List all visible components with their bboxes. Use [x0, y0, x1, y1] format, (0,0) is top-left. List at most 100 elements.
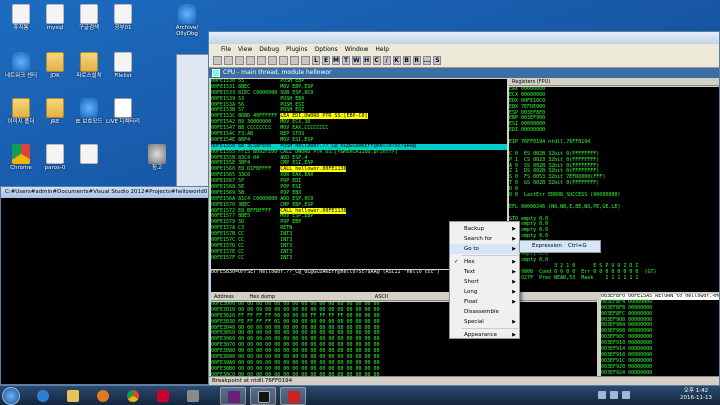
toolbar-window-button[interactable]: M — [332, 56, 340, 65]
toolbar-button-icon[interactable] — [301, 56, 310, 65]
desktop-icon[interactable]: IE 보호모드 — [72, 98, 106, 125]
toolbar-window-button[interactable]: R — [412, 56, 421, 65]
menu-item-go-to[interactable]: Go to ▶ — [450, 244, 520, 254]
ollydbg-title-bar[interactable] — [209, 32, 719, 44]
desktop-icon[interactable]: JRE — [38, 98, 72, 125]
menu-item-disassemble[interactable]: Disassemble — [450, 307, 520, 317]
toolbar-window-button[interactable]: S — [433, 56, 442, 65]
menu-item-special[interactable]: Special ▶ — [450, 317, 520, 327]
desktop-icon[interactable]: 이미지 폴더 — [4, 98, 38, 125]
desktop-icon[interactable]: mysql — [38, 4, 72, 31]
cpu-window-title[interactable]: CPU - main thread, module hellowor — [209, 68, 719, 78]
menu-item[interactable]: Help — [375, 46, 389, 53]
desktop-icon[interactable]: 구글검색 — [72, 4, 106, 31]
clock-date: 2016-11-13 — [680, 395, 712, 401]
cpu-window-icon — [212, 69, 220, 77]
toolbar-window-button[interactable]: ... — [422, 56, 432, 65]
toolbar-button-icon[interactable] — [224, 56, 233, 65]
desktop-icon[interactable] — [72, 144, 106, 165]
desktop-icon-label: IE 보호모드 — [75, 119, 103, 125]
menu-item-hex[interactable]: ✓ Hex ▶ — [450, 257, 520, 267]
menu-item-label: Special — [464, 319, 484, 325]
taskbar-visual-studio[interactable] — [220, 387, 246, 405]
toolbar-button-icon[interactable] — [268, 56, 277, 65]
desktop-icon[interactable]: Filelist — [106, 52, 140, 79]
menu-item[interactable]: File — [221, 46, 231, 53]
tray-network-icon[interactable] — [610, 391, 618, 399]
taskbar-ollydbg[interactable] — [280, 387, 306, 405]
disasm-hex: CC — [238, 254, 281, 261]
desktop-icon[interactable]: 휴지통 — [4, 4, 38, 31]
disasm-address: 00FE157F — [211, 254, 239, 261]
toolbar-window-button[interactable]: L — [312, 56, 320, 65]
expression-label: Expression — [532, 243, 562, 249]
desktop-icon[interactable]: 네트워크 센터 — [4, 52, 38, 79]
desktop-icon[interactable]: LIVE 디렉터리 — [106, 98, 140, 125]
register-line[interactable]: FCW 027F Prec NEAR,53 Mask 1 1 1 1 1 1 — [509, 275, 719, 282]
toolbar-button-icon[interactable] — [279, 56, 288, 65]
menu-item[interactable]: Options — [315, 46, 338, 53]
taskbar-chrome[interactable] — [120, 387, 146, 405]
toolbar-button-icon[interactable] — [257, 56, 266, 65]
menu-item-text[interactable]: Text ▶ — [450, 267, 520, 277]
toolbar-window-button[interactable]: C — [372, 56, 381, 65]
menu-item-backup[interactable]: Backup ▶ — [450, 224, 520, 234]
taskbar-app2[interactable] — [180, 387, 206, 405]
registers-pane[interactable]: EAX 00000000 ECX 00000000 EDX 00FE10C0 EBX … — [509, 87, 719, 292]
toolbar-window-button[interactable]: T — [342, 56, 350, 65]
menu-item[interactable]: Plugins — [286, 46, 308, 53]
toolbar-window-button[interactable]: / — [382, 56, 391, 65]
tray-volume-icon[interactable] — [622, 391, 630, 399]
menu-item-long[interactable]: Long ▶ — [450, 287, 520, 297]
menu-item-short[interactable]: Short ▶ — [450, 277, 520, 287]
menu-item[interactable]: View — [238, 46, 252, 53]
menu-item-label: Text — [464, 269, 476, 275]
stack-pane[interactable]: 003EF8F0 00FE15A5 RETURN to hellowor.<Mo… — [601, 294, 719, 376]
desktop-icon-label: Archive/ OllyDbg — [175, 25, 199, 37]
submenu-arrow-icon: ▶ — [512, 299, 516, 305]
menu-item-appearance[interactable]: Appearance ▶ — [450, 330, 520, 340]
desktop-icon[interactable]: Chrome — [4, 144, 38, 171]
taskbar-explorer[interactable] — [60, 387, 86, 405]
folder-icon — [12, 98, 30, 118]
desktop-icon-label: JDK — [50, 73, 60, 79]
toolbar-button-icon[interactable] — [235, 56, 244, 65]
desktop-icon[interactable]: 파로스설치 — [72, 52, 106, 79]
taskbar-console[interactable] — [250, 387, 276, 405]
toolbar-button-icon[interactable] — [246, 56, 255, 65]
menu-item[interactable]: Window — [345, 46, 369, 53]
menu-bar: File View Debug Plugins Options Window Help — [209, 44, 719, 54]
dump-header-address: Address — [214, 294, 234, 300]
hex-dump-pane[interactable]: 00FE3000 00 00 00 00 00 00 00 00 00 00 0… — [211, 302, 597, 376]
desktop-icon[interactable]: 참고 — [140, 144, 174, 171]
menu-item-expression[interactable]: Expression Ctrl+G — [520, 241, 600, 252]
toolbar-button-icon[interactable] — [213, 56, 222, 65]
toolbar-window-button[interactable]: K — [392, 56, 401, 65]
clock[interactable]: 오후 1:42 2016-11-13 — [680, 388, 712, 402]
console-window[interactable]: C:#Users#admin#Documents#Visual Studio 2… — [0, 186, 212, 385]
submenu-arrow-icon: ▶ — [512, 332, 516, 338]
taskbar-app1[interactable] — [150, 387, 176, 405]
desktop-icon[interactable]: paros-0 — [38, 144, 72, 171]
menu-separator — [462, 255, 518, 256]
desktop-icon-label: 파로스설치 — [76, 73, 102, 79]
taskbar-media[interactable] — [90, 387, 116, 405]
desktop-icon-label: 참고 — [151, 165, 163, 171]
desktop-icon[interactable]: 공부01 — [106, 4, 140, 31]
toolbar-window-button[interactable]: B — [402, 56, 411, 65]
desktop-icon-label: Chrome — [10, 165, 32, 171]
desktop-icon[interactable]: Archive/ OllyDbg — [170, 4, 204, 37]
toolbar-window-button[interactable]: E — [322, 56, 330, 65]
menu-item[interactable]: Debug — [259, 46, 279, 53]
desktop: 휴지통 mysql 구글검색 공부01 Archive/ OllyDbg 네트워크 센터 J… — [0, 0, 720, 386]
toolbar-button-icon[interactable] — [290, 56, 299, 65]
desktop-icon[interactable]: JDK — [38, 52, 72, 79]
tray-flag-icon[interactable] — [598, 391, 606, 399]
start-button[interactable] — [2, 387, 20, 405]
toolbar-window-button[interactable]: W — [352, 56, 361, 65]
toolbar-window-button[interactable]: H — [362, 56, 371, 65]
menu-item-search-for[interactable]: Search for ▶ — [450, 234, 520, 244]
clock-time: 오후 1:42 — [683, 388, 709, 394]
taskbar-ie[interactable] — [30, 387, 56, 405]
menu-item-float[interactable]: Float ▶ — [450, 297, 520, 307]
